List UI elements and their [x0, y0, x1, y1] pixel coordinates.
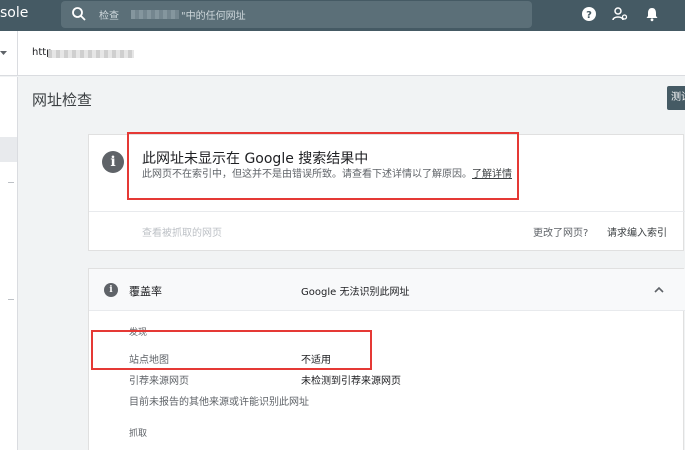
app-title: sole: [0, 5, 29, 21]
manage-users-icon[interactable]: [612, 6, 628, 22]
help-icon[interactable]: ?: [581, 6, 597, 22]
search-placeholder-prefix: 检查: [99, 11, 119, 22]
search-input[interactable]: 检查 "中的任何网址: [61, 1, 532, 28]
nav-item-active[interactable]: [0, 137, 17, 162]
view-crawled-page-button[interactable]: 查看被抓取的网页: [142, 224, 222, 239]
chevron-up-icon[interactable]: [653, 284, 665, 296]
request-indexing-button[interactable]: 请求编入索引: [607, 224, 667, 239]
property-bar: http: [0, 31, 685, 76]
property-url-redacted: [48, 50, 134, 58]
other-sources-note: 目前未报告的其他来源或许能识别此网址: [129, 397, 309, 408]
caret-down-icon[interactable]: [0, 49, 7, 56]
search-icon: [72, 7, 86, 21]
property-divider: [17, 31, 18, 76]
top-app-bar: sole 检查 "中的任何网址 ?: [0, 0, 685, 31]
search-placeholder-suffix: "中的任何网址: [181, 11, 246, 22]
coverage-header[interactable]: i 覆盖率 Google 无法识别此网址: [89, 269, 685, 311]
nav-marker: [8, 182, 14, 183]
card-divider: [89, 211, 685, 212]
nav-marker: [8, 299, 14, 300]
search-redacted-text: [131, 10, 179, 19]
notifications-icon[interactable]: [644, 6, 660, 22]
crawl-section-title: 抓取: [129, 429, 148, 439]
coverage-value: Google 无法识别此网址: [301, 287, 410, 298]
left-nav-rail: [0, 77, 18, 450]
info-icon: i: [102, 151, 124, 173]
info-icon: i: [104, 283, 118, 297]
test-live-url-button[interactable]: 测试: [667, 86, 685, 110]
svg-text:?: ?: [586, 10, 592, 21]
referring-page-label: 引荐来源网页: [129, 376, 189, 387]
page-title: 网址检查: [32, 91, 93, 109]
annotation-highlight-box: [127, 132, 519, 200]
referring-page-value: 未检测到引荐来源网页: [301, 376, 401, 387]
coverage-label: 覆盖率: [129, 285, 162, 298]
annotation-highlight-box: [91, 330, 372, 370]
page-changed-text: 更改了网页?: [533, 228, 589, 239]
